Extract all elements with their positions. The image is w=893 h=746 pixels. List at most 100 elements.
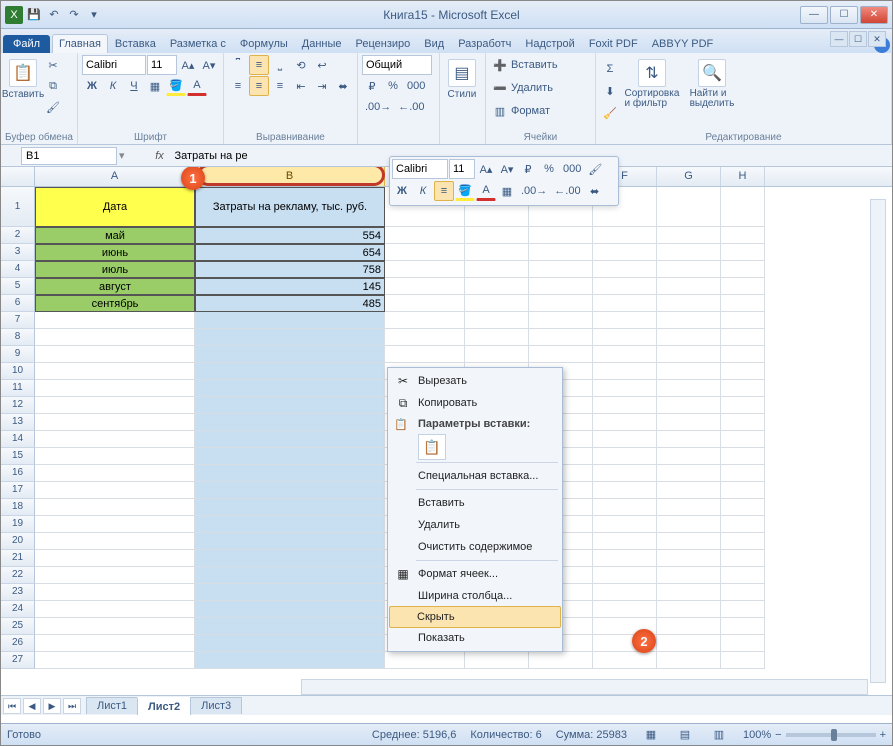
cell-C2[interactable]: [385, 227, 465, 244]
row-header-17[interactable]: 17: [1, 482, 35, 499]
minimize-button[interactable]: —: [800, 6, 828, 24]
fill-color-icon[interactable]: 🪣: [166, 76, 186, 96]
cell-A23[interactable]: [35, 584, 195, 601]
cell-B1[interactable]: Затраты на рекламу, тыс. руб.: [195, 187, 385, 227]
cell-A9[interactable]: [35, 346, 195, 363]
cell-B19[interactable]: [195, 516, 385, 533]
copy-icon[interactable]: ⧉: [43, 76, 63, 96]
mini-font-name[interactable]: [392, 159, 448, 179]
mini-italic[interactable]: К: [413, 181, 433, 201]
menu-column-width[interactable]: Ширина столбца...: [390, 585, 560, 607]
cell-B13[interactable]: [195, 414, 385, 431]
maximize-button[interactable]: ☐: [830, 6, 858, 24]
cell-D8[interactable]: [465, 329, 529, 346]
number-format-combo[interactable]: [362, 55, 432, 75]
format-painter-icon[interactable]: 🖌: [43, 97, 63, 117]
cell-B11[interactable]: [195, 380, 385, 397]
cell-A7[interactable]: [35, 312, 195, 329]
cell-F18[interactable]: [593, 499, 657, 516]
row-header-23[interactable]: 23: [1, 584, 35, 601]
cell-B8[interactable]: [195, 329, 385, 346]
row-header-16[interactable]: 16: [1, 465, 35, 482]
cell-H27[interactable]: [721, 652, 765, 669]
cell-H19[interactable]: [721, 516, 765, 533]
sheet-tab-3[interactable]: Лист3: [190, 697, 242, 714]
name-box-dropdown-icon[interactable]: ▾: [119, 149, 125, 162]
sheet-nav-first[interactable]: ⏮: [3, 698, 21, 714]
tab-review[interactable]: Рецензиро: [349, 34, 418, 53]
increase-decimal-icon[interactable]: .00→: [362, 97, 394, 117]
cell-B21[interactable]: [195, 550, 385, 567]
cell-A25[interactable]: [35, 618, 195, 635]
view-pagebreak-icon[interactable]: ▥: [709, 725, 729, 745]
cell-H2[interactable]: [721, 227, 765, 244]
sheet-tab-2[interactable]: Лист2: [137, 697, 191, 715]
autosum-icon[interactable]: Σ: [600, 59, 620, 79]
cell-G21[interactable]: [657, 550, 721, 567]
indent-decrease-icon[interactable]: ⇤: [291, 76, 311, 96]
orientation-icon[interactable]: ⟲: [291, 55, 311, 75]
horizontal-scrollbar[interactable]: [301, 679, 868, 695]
border-icon[interactable]: ▦: [145, 76, 165, 96]
cell-B7[interactable]: [195, 312, 385, 329]
cell-A4[interactable]: июль: [35, 261, 195, 278]
cell-D5[interactable]: [465, 278, 529, 295]
row-header-19[interactable]: 19: [1, 516, 35, 533]
cell-H16[interactable]: [721, 465, 765, 482]
indent-increase-icon[interactable]: ⇥: [312, 76, 332, 96]
mini-font-size[interactable]: [449, 159, 475, 179]
fx-icon[interactable]: fx: [149, 150, 171, 162]
cell-H3[interactable]: [721, 244, 765, 261]
row-header-4[interactable]: 4: [1, 261, 35, 278]
cell-A5[interactable]: август: [35, 278, 195, 295]
cell-H6[interactable]: [721, 295, 765, 312]
cell-H24[interactable]: [721, 601, 765, 618]
select-all-corner[interactable]: [1, 167, 35, 187]
decrease-decimal-icon[interactable]: ←.00: [395, 97, 427, 117]
name-box[interactable]: B1: [21, 147, 117, 165]
mini-border-icon[interactable]: ▦: [497, 181, 517, 201]
insert-cell-label[interactable]: Вставить: [511, 59, 558, 71]
sheet-nav-prev[interactable]: ◀: [23, 698, 41, 714]
cell-A13[interactable]: [35, 414, 195, 431]
underline-button[interactable]: Ч: [124, 76, 144, 96]
cell-G24[interactable]: [657, 601, 721, 618]
paste-button[interactable]: 📋 Вставить: [5, 55, 41, 100]
cell-F5[interactable]: [593, 278, 657, 295]
menu-paste-special[interactable]: Специальная вставка...: [390, 465, 560, 487]
align-bottom-icon[interactable]: ⎵: [270, 55, 290, 75]
styles-button[interactable]: ▤ Стили: [444, 55, 480, 100]
format-cell-icon[interactable]: ▥: [490, 101, 510, 121]
cell-H18[interactable]: [721, 499, 765, 516]
cell-A18[interactable]: [35, 499, 195, 516]
cell-F16[interactable]: [593, 465, 657, 482]
cell-F7[interactable]: [593, 312, 657, 329]
menu-cut[interactable]: ✂Вырезать: [390, 370, 560, 392]
cell-C6[interactable]: [385, 295, 465, 312]
cell-A2[interactable]: май: [35, 227, 195, 244]
cell-F6[interactable]: [593, 295, 657, 312]
align-middle-icon[interactable]: ≡: [249, 55, 269, 75]
cell-B22[interactable]: [195, 567, 385, 584]
cell-F3[interactable]: [593, 244, 657, 261]
row-header-1[interactable]: 1: [1, 187, 35, 227]
row-header-8[interactable]: 8: [1, 329, 35, 346]
cell-B2[interactable]: 554: [195, 227, 385, 244]
cell-A27[interactable]: [35, 652, 195, 669]
tab-home[interactable]: Главная: [52, 34, 108, 53]
qat-dropdown-icon[interactable]: ▾: [85, 6, 103, 24]
cell-B5[interactable]: 145: [195, 278, 385, 295]
view-normal-icon[interactable]: ▦: [641, 725, 661, 745]
cell-G9[interactable]: [657, 346, 721, 363]
cell-F4[interactable]: [593, 261, 657, 278]
cell-G2[interactable]: [657, 227, 721, 244]
cell-B6[interactable]: 485: [195, 295, 385, 312]
zoom-control[interactable]: 100% − +: [743, 729, 886, 741]
mini-shrink-font-icon[interactable]: A▾: [497, 159, 517, 179]
cell-G10[interactable]: [657, 363, 721, 380]
column-header-G[interactable]: G: [657, 167, 721, 186]
cell-B26[interactable]: [195, 635, 385, 652]
cell-H22[interactable]: [721, 567, 765, 584]
sheet-nav-next[interactable]: ▶: [43, 698, 61, 714]
cell-H7[interactable]: [721, 312, 765, 329]
